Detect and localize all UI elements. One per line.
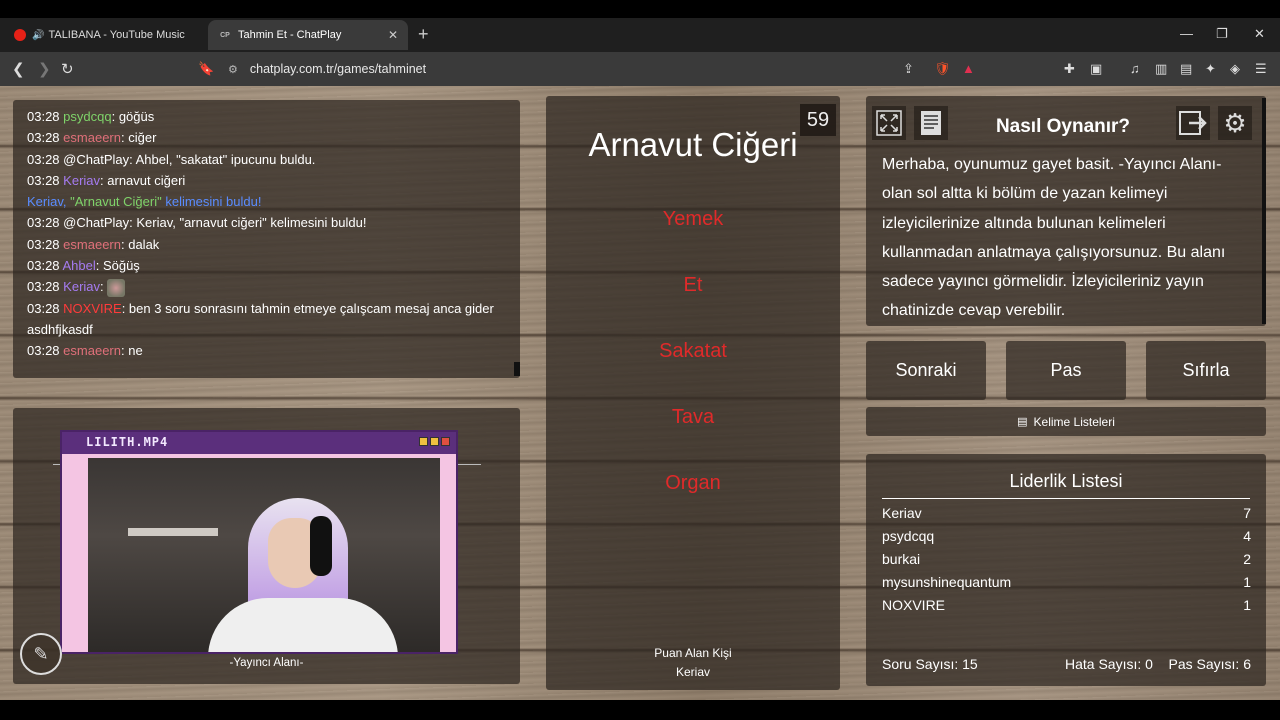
logout-icon [1179,111,1207,135]
question-count: Soru Sayısı: 15 [882,656,978,672]
pass-count: Pas Sayısı: 6 [1168,656,1251,672]
sidebar-icon[interactable]: ▥ [1155,61,1167,77]
chat-message: 03:28 @ChatPlay: Ahbel, "sakatat" ipucun… [27,151,316,167]
url-text: chatplay.com.tr/games/tahminet [249,62,427,76]
chat-message: 03:28 Ahbel: Söğüş [27,258,140,274]
browser-tab-bar: 🔊 TALIBANA - YouTube Music CP Tahmin Et … [0,0,1280,52]
brave-shield-icon[interactable]: 🛡 [934,61,951,77]
pen-icon: ✎ [33,643,49,664]
info-scrollbar[interactable] [1262,98,1266,324]
leaderboard-row: burkai 2 [882,551,1251,567]
brave-rewards-icon[interactable]: ▲ [962,61,975,76]
extensions-icon[interactable]: ✚ [1064,61,1075,77]
chat-panel: 03:28 psydcqq: göğüs 03:28 esmaeern: ciğ… [13,100,520,378]
media-icon[interactable]: ♫ [1130,61,1140,76]
reload-icon[interactable]: ↻ [61,60,74,78]
game-word-panel: 59 Arnavut Ciğeri Yemek Et Sakatat Tava … [546,96,840,690]
window-close-icon[interactable]: ✕ [1254,26,1265,42]
chat-message: 03:28 esmaeern: ne [27,343,143,359]
list-icon: ▤ [1017,416,1028,428]
navigation-bar: ❮ ❯ ↻ 🔖 ⚙ chatplay.com.tr/games/tahminet… [0,52,1280,86]
menu-icon[interactable]: ☰ [1255,61,1267,77]
chat-message: 03:28 esmaeern: dalak [27,236,160,252]
webcam-video [88,458,440,652]
gear-icon: ⚙ [1223,108,1247,138]
close-tab-icon[interactable]: ✕ [388,28,398,42]
edit-pen-button[interactable]: ✎ [20,633,62,675]
next-button[interactable]: Sonraki [866,341,986,400]
share-icon[interactable]: ⇪ [903,61,914,77]
scorer-label: Puan Alan Kişi [654,646,732,660]
leaderboard-row: mysunshinequantum 1 [882,574,1251,590]
leaderboard-row: Keriav 7 [882,505,1251,521]
chat-message: 03:28 Keriav: arnavut ciğeri [27,172,186,188]
leo-ai-icon[interactable]: ✦ [1205,61,1216,77]
vpn-icon[interactable]: ◈ [1230,61,1240,77]
taboo-word: Organ [665,472,721,494]
chat-highlight-message: Keriav, "Arnavut Ciğeri" kelimesini buld… [27,194,262,210]
address-bar[interactable]: 🔖 ⚙ chatplay.com.tr/games/tahminet [192,55,992,83]
streamer-area-caption: -Yayıncı Alanı- [229,657,304,669]
taboo-word: Et [683,274,703,296]
youtube-music-icon [14,29,26,41]
title-bar-strip [0,0,1280,18]
minimize-icon[interactable]: — [1180,26,1193,41]
chat-message: 03:28 esmaeern: ciğer [27,130,157,146]
restore-icon[interactable]: ❐ [1216,26,1228,42]
word-lists-label: Kelime Listeleri [1033,414,1115,429]
tab-chatplay[interactable]: CP Tahmin Et - ChatPlay ✕ [208,20,408,50]
chat-message: 03:28 NOXVIRE: ben 3 soru sonrasını tahm… [27,300,494,337]
tab-title: Tahmin Et - ChatPlay [238,29,342,41]
taskbar-strip [0,700,1280,720]
leaderboard-panel: Liderlik Listesi Keriav 7 psydcqq 4 burkai… [866,454,1266,686]
logout-button[interactable] [1176,106,1210,140]
screenshot-icon[interactable]: ▣ [1090,61,1102,77]
new-tab-icon[interactable]: + [418,24,429,45]
target-word: Arnavut Ciğeri [588,126,798,163]
window-buttons [419,437,450,446]
settings-button[interactable]: ⚙ [1218,106,1252,140]
emote-icon [107,278,126,297]
chat-message: 03:28 Keriav: [27,276,506,297]
how-to-play-panel: Nasıl Oynanır? ⚙ Merhaba, oyunumuz gayet… [866,96,1266,326]
streamer-area-panel: LILITH.MP4 -Yayıncı Alanı- ✎ [13,408,520,684]
taboo-word: Sakatat [659,340,727,362]
word-lists-button[interactable]: ▤ Kelime Listeleri [866,407,1266,436]
chat-message: 03:28 @ChatPlay: Keriav, "arnavut ciğeri… [27,215,367,231]
leaderboard-row: psydcqq 4 [882,528,1251,544]
leaderboard-row: NOXVIRE 1 [882,597,1251,613]
webcam-window-title: LILITH.MP4 [62,432,456,454]
taboo-word: Yemek [662,208,724,230]
speaker-icon[interactable]: 🔊 [32,30,44,41]
tab-title: TALIBANA - YouTube Music [48,29,185,41]
forward-icon[interactable]: ❯ [38,60,51,78]
pass-button[interactable]: Pas [1006,341,1126,400]
site-info-icon[interactable]: ⚙ [228,63,238,76]
tab-youtube-music[interactable]: 🔊 TALIBANA - YouTube Music [4,20,204,50]
scorer-name: Keriav [675,665,710,679]
bookmark-icon[interactable]: 🔖 [198,61,214,77]
how-to-play-text: Merhaba, oyunumuz gayet basit. -Yayıncı … [882,156,1226,320]
reset-button[interactable]: Sıfırla [1146,341,1266,400]
error-count: Hata Sayısı: 0 [1065,656,1153,672]
chatplay-favicon: CP [220,31,230,39]
chat-scrollbar[interactable] [514,362,520,376]
taboo-word: Tava [671,406,715,428]
wallet-icon[interactable]: ▤ [1180,61,1192,77]
webcam-overlay: LILITH.MP4 [60,430,458,654]
chat-message: 03:28 psydcqq: göğüs [27,109,155,124]
webcam-frame [62,454,456,652]
leaderboard-title: Liderlik Listesi [882,471,1250,499]
back-icon[interactable]: ❮ [12,60,25,78]
